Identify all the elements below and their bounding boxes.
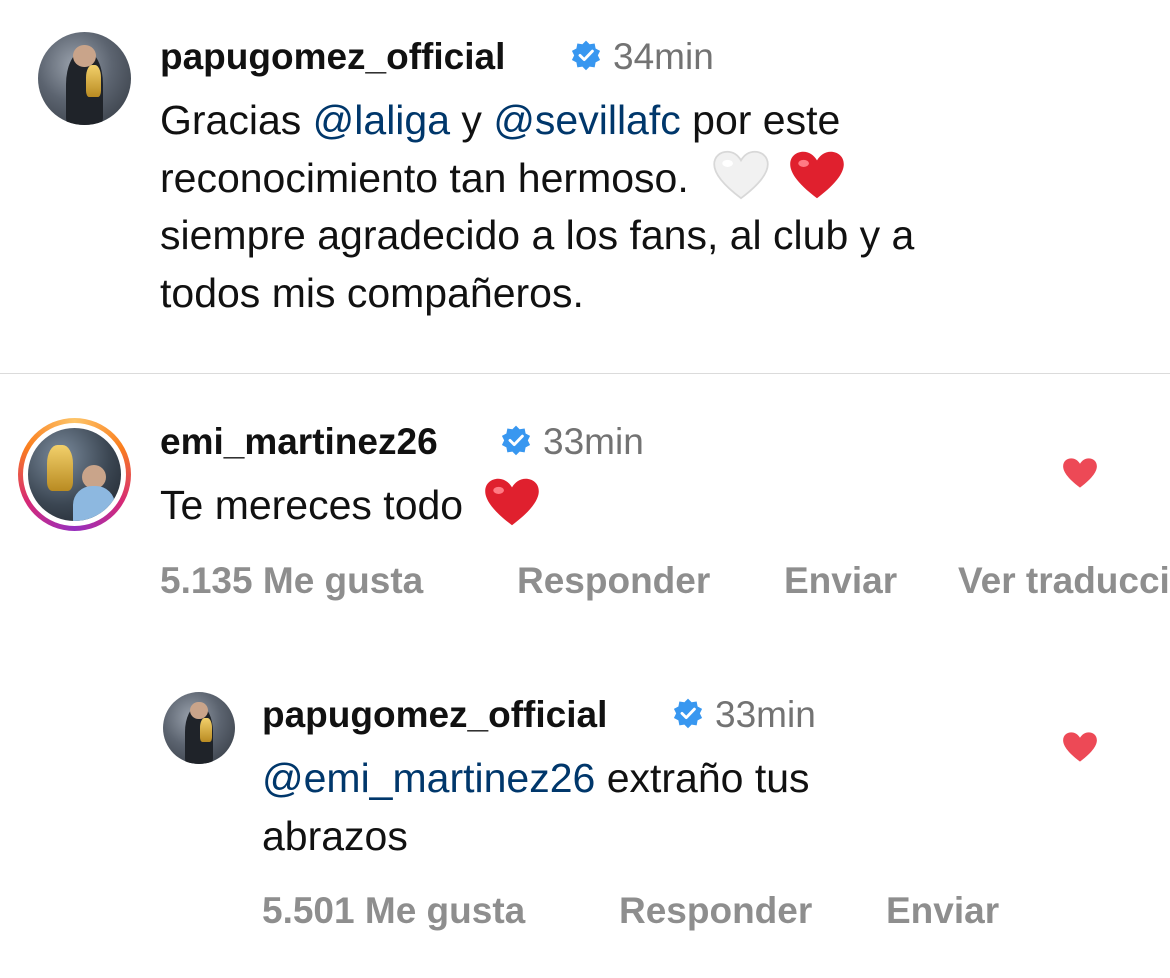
mention-link[interactable]: @laliga [313,97,450,143]
caption-username[interactable]: papugomez_official [160,36,505,78]
reply-time: 33min [715,694,816,735]
caption-line-4: todos mis compañeros. [160,269,584,316]
avatar[interactable] [163,692,235,764]
comment-actions: 5.135 Me gusta Responder Enviar Ver trad… [0,560,1170,605]
mention-link[interactable]: @sevillafc [493,97,680,143]
reply-line-1: @emi_martinez26 extraño tus [262,750,1062,808]
avatar [28,428,121,521]
red-heart-emoji [789,151,844,198]
comment-text-body: Te mereces todo [160,482,464,528]
divider [0,373,1170,374]
comments-screen: papugomez_official 34min Gracias @laliga… [0,0,1170,978]
reply-username[interactable]: papugomez_official [262,694,607,736]
caption-text-part: reconocimiento tan hermoso. [160,154,689,201]
translate-button[interactable]: Ver traducción [958,560,1170,602]
trophy-image [46,444,73,492]
reply-button[interactable]: Responder [619,890,812,932]
comment-username[interactable]: emi_martinez26 [160,421,438,463]
red-heart-emoji [484,478,539,526]
caption-line-2: reconocimiento tan hermoso. [160,150,1150,208]
likes-count[interactable]: 5.135 Me gusta [160,560,423,602]
verified-badge-icon [501,425,531,456]
caption-time: 34min [613,36,714,77]
likes-count[interactable]: 5.501 Me gusta [262,890,525,932]
reply-text: @emi_martinez26 extraño tus abrazos [262,750,1062,865]
trophy-image [200,717,212,743]
verified-badge-icon [673,698,703,729]
reply-actions: 5.501 Me gusta Responder Enviar [0,890,1170,935]
reply-button[interactable]: Responder [517,560,710,602]
reply-text-part: extraño tus [595,755,810,801]
verified-badge-icon [571,40,601,71]
like-heart-icon[interactable] [1062,456,1098,490]
mention-link[interactable]: @emi_martinez26 [262,755,595,801]
caption-line-1: Gracias @laliga y @sevillafc por este [160,92,1150,150]
caption-text: Gracias @laliga y @sevillafc por este re… [160,92,1150,322]
caption-line-3: siempre agradecido a los fans, al club y… [160,212,915,258]
like-heart-icon[interactable] [1062,730,1098,764]
avatar[interactable] [38,32,131,125]
trophy-image [86,65,102,98]
send-button[interactable]: Enviar [886,890,999,932]
comment-time: 33min [543,421,644,462]
caption-text-part: Gracias [160,97,313,143]
comment-text: Te mereces todo [160,477,541,535]
story-ring[interactable] [18,418,131,531]
white-heart-emoji [713,150,769,199]
avatar-figure [72,485,116,521]
avatar-head [73,45,96,68]
avatar-head [190,702,208,720]
reply-line-2: abrazos [262,812,408,859]
send-button[interactable]: Enviar [784,560,897,602]
caption-text-part: por este [680,97,841,143]
caption-text-part: y [450,97,494,143]
